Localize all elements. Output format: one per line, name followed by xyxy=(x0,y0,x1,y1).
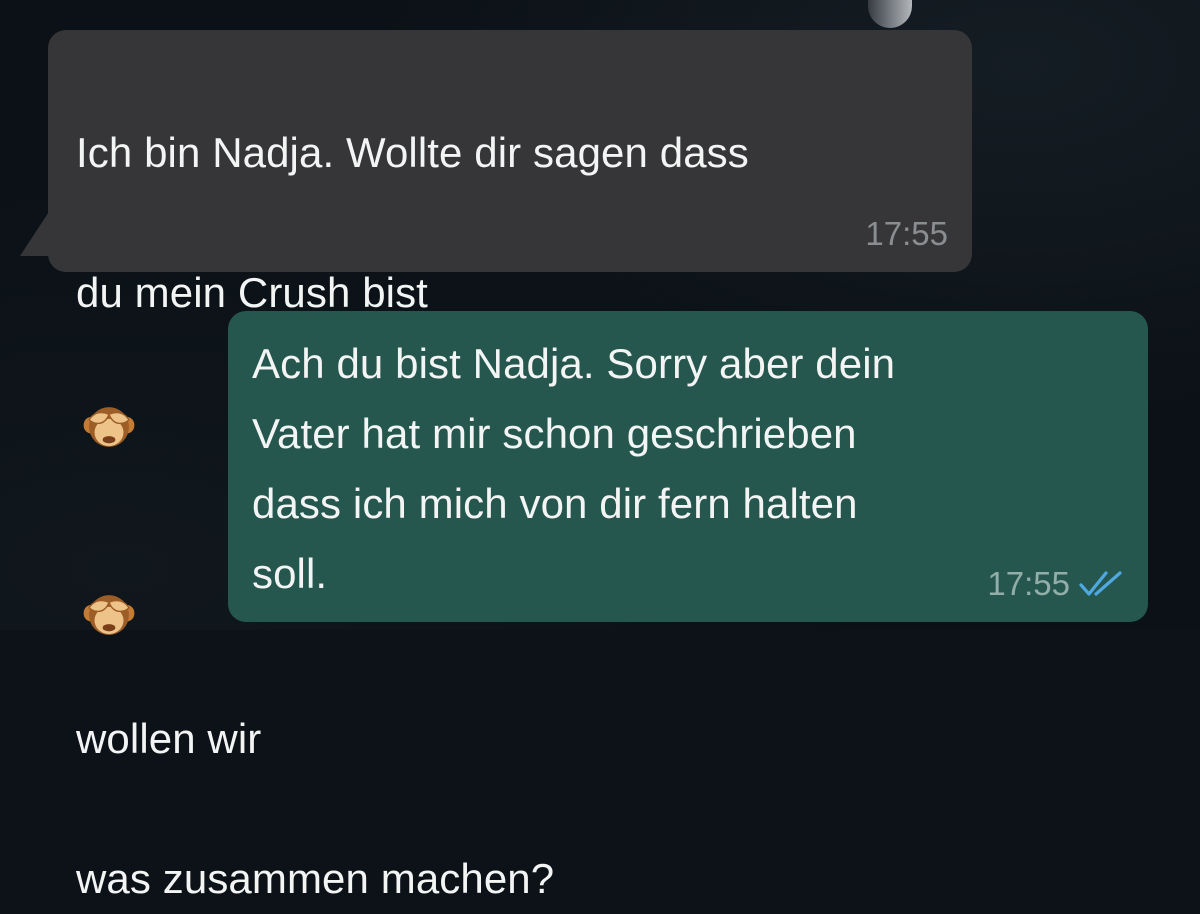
incoming-line-2-start: du mein Crush bist xyxy=(76,269,428,316)
wallpaper-detail xyxy=(868,0,912,28)
message-timestamp: 17:55 xyxy=(865,215,948,252)
double-check-icon xyxy=(1078,569,1124,599)
incoming-line-1: Ich bin Nadja. Wollte dir sagen dass xyxy=(76,129,749,176)
incoming-message-bubble[interactable]: Ich bin Nadja. Wollte dir sagen dass du … xyxy=(48,30,972,902)
message-timestamp: 17:55 xyxy=(987,565,1070,602)
see-no-evil-monkey-icon xyxy=(80,516,138,635)
outgoing-message-meta: 17:55 xyxy=(987,564,1124,604)
incoming-line-2-end: wollen wir xyxy=(76,715,262,762)
incoming-line-3: was zusammen machen? xyxy=(76,855,555,902)
see-no-evil-monkey-icon xyxy=(80,328,138,447)
incoming-message-meta: 17:55 xyxy=(865,214,948,254)
outgoing-message-bubble[interactable]: Ach du bist Nadja. Sorry aber dein Vater… xyxy=(228,311,1148,622)
